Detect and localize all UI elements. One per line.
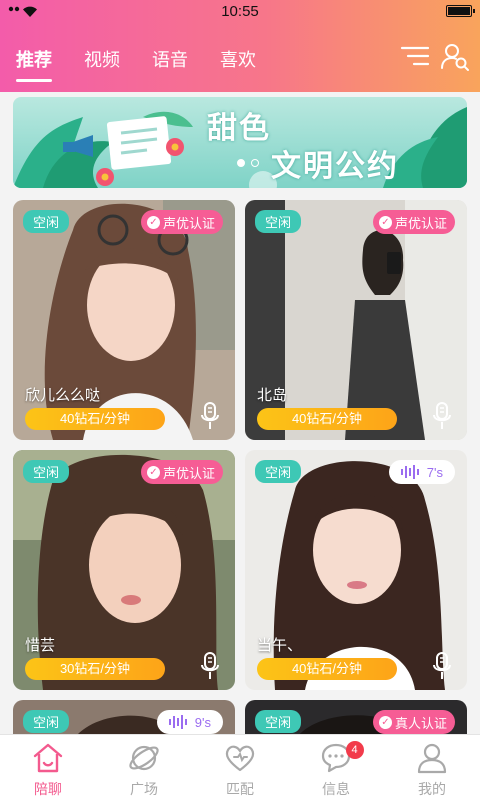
host-name: 当午、 xyxy=(257,637,303,654)
hearts-icon xyxy=(225,745,255,772)
status-badge: 空闲 xyxy=(255,710,302,733)
tab-voice[interactable]: 语音 xyxy=(152,46,188,72)
pager-dot[interactable] xyxy=(237,159,245,167)
microphone-icon[interactable] xyxy=(201,652,219,680)
badge-label: 声优认证 xyxy=(162,215,215,231)
nav-item-match[interactable]: 匹配 xyxy=(192,735,288,800)
status-badge: 空闲 xyxy=(255,460,302,483)
badge-label: 声优认证 xyxy=(162,465,215,481)
check-icon: ✓ xyxy=(378,715,392,729)
microphone-icon[interactable] xyxy=(201,402,219,430)
host-card[interactable]: 空闲 ✓ 声优认证 北岛 40钻石/分钟 xyxy=(245,200,467,440)
banner-civility-convention[interactable]: 甜色 文明公约 xyxy=(13,97,467,188)
sound-wave-icon xyxy=(400,465,419,479)
microphone-icon[interactable] xyxy=(433,652,451,680)
status-time: 10:55 xyxy=(221,3,259,20)
voice-certified-badge: ✓ 声优认证 xyxy=(372,210,455,234)
menu-icon[interactable] xyxy=(400,44,430,68)
host-card[interactable]: 空闲 7's 当午、 40钻石/分钟 xyxy=(245,450,467,690)
nav-label: 信息 xyxy=(322,781,350,797)
voice-certified-badge: ✓ 声优认证 xyxy=(140,460,223,484)
host-name: 北岛 xyxy=(257,387,288,404)
nav-item-square[interactable]: 广场 xyxy=(96,735,192,800)
price-tag: 40钻石/分钟 xyxy=(25,408,165,430)
nav-item-chat-companion[interactable]: 陪聊 xyxy=(0,735,96,800)
status-badge: 空闲 xyxy=(255,210,302,233)
top-tabs: 推荐 视频 语音 喜欢 xyxy=(16,46,288,82)
voice-intro-badge[interactable]: 9's xyxy=(156,710,223,734)
top-header: 10:55 推荐 视频 语音 喜欢 xyxy=(0,0,480,92)
host-name: 惜芸 xyxy=(25,637,56,654)
check-icon: ✓ xyxy=(378,215,392,229)
user-search-icon[interactable] xyxy=(440,42,470,72)
microphone-icon[interactable] xyxy=(433,402,451,430)
host-name: 欣儿么么哒 xyxy=(25,387,101,404)
check-icon: ✓ xyxy=(146,465,160,479)
host-card[interactable]: 空闲 ✓ 声优认证 惜芸 30钻石/分钟 xyxy=(13,450,235,690)
sound-wave-icon xyxy=(168,715,187,729)
voice-duration: 9's xyxy=(194,714,211,730)
planet-icon xyxy=(129,745,159,771)
nav-label: 匹配 xyxy=(226,781,254,797)
status-badge: 空闲 xyxy=(23,710,70,733)
battery-icon xyxy=(446,5,475,17)
price-tag: 40钻石/分钟 xyxy=(257,658,397,680)
badge-label: 声优认证 xyxy=(394,215,447,231)
banner-pager[interactable] xyxy=(237,159,259,167)
bottom-nav: 陪聊 广场 匹配 4 信息 我的 xyxy=(0,734,480,800)
real-person-certified-badge: ✓ 真人认证 xyxy=(372,710,455,734)
pager-dot[interactable] xyxy=(251,159,259,167)
nav-item-messages[interactable]: 4 信息 xyxy=(288,735,384,800)
nav-label: 陪聊 xyxy=(34,781,62,797)
unread-count-badge: 4 xyxy=(345,741,364,759)
check-icon: ✓ xyxy=(146,215,160,229)
voice-duration: 7's xyxy=(426,464,443,480)
nav-label: 广场 xyxy=(130,781,158,797)
profile-icon xyxy=(417,743,447,774)
nav-item-me[interactable]: 我的 xyxy=(384,735,480,800)
nav-label: 我的 xyxy=(418,781,446,797)
host-card[interactable]: 空闲 ✓ 声优认证 欣儿么么哒 40钻石/分钟 xyxy=(13,200,235,440)
tab-favorite[interactable]: 喜欢 xyxy=(220,46,256,72)
tab-video[interactable]: 视频 xyxy=(84,46,120,72)
price-tag: 30钻石/分钟 xyxy=(25,658,165,680)
status-badge: 空闲 xyxy=(23,210,70,233)
status-bar: 10:55 xyxy=(0,0,480,24)
banner-title-2: 文明公约 xyxy=(271,149,399,184)
voice-certified-badge: ✓ 声优认证 xyxy=(140,210,223,234)
price-tag: 40钻石/分钟 xyxy=(257,408,397,430)
tab-recommend[interactable]: 推荐 xyxy=(16,46,52,82)
banner-title-1: 甜色 xyxy=(207,111,271,146)
status-badge: 空闲 xyxy=(23,460,70,483)
voice-intro-badge[interactable]: 7's xyxy=(388,460,455,484)
home-icon xyxy=(33,743,63,773)
badge-label: 真人认证 xyxy=(394,715,447,731)
